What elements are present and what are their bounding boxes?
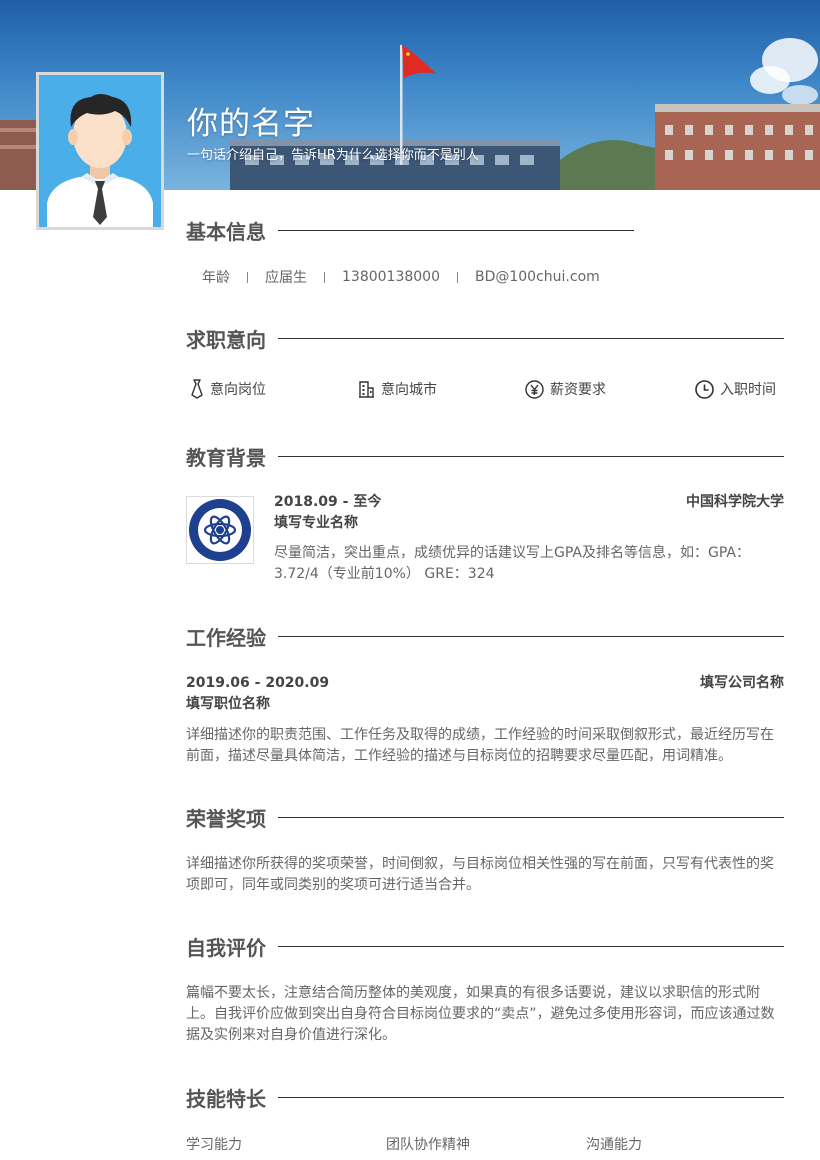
separator	[247, 271, 248, 283]
separator	[456, 271, 458, 283]
status: 应届生	[265, 270, 307, 286]
intent-city: 意向城市	[358, 379, 437, 399]
intent-salary: 薪资要求	[525, 379, 606, 399]
intent-start: 入职时间	[695, 379, 776, 399]
school-emblem-icon	[189, 499, 251, 561]
intent-position: 意向岗位	[190, 379, 266, 399]
email: BD@100chui.com	[474, 269, 600, 285]
section-divider	[276, 230, 634, 231]
intent-city-label: 意向城市	[381, 382, 437, 398]
section-title-intent: 求职意向	[186, 327, 278, 353]
section-divider	[276, 338, 784, 339]
intent-position-label: 意向岗位	[210, 382, 266, 398]
education-period: 2018.09 - 至今	[274, 494, 382, 510]
section-title-skills: 技能特长	[186, 1086, 278, 1112]
education-school: 中国科学院大学	[686, 494, 784, 510]
work-period: 2019.06 - 2020.09	[186, 675, 330, 691]
skill-item: 团队协作精神	[386, 1137, 470, 1153]
work-company: 填写公司名称	[700, 675, 784, 691]
section-divider	[276, 456, 784, 457]
intent-start-label: 入职时间	[720, 382, 776, 398]
skill-item: 沟通能力	[586, 1137, 642, 1153]
section-divider	[276, 1097, 784, 1098]
candidate-name: 你的名字	[187, 106, 315, 142]
education-major: 填写专业名称	[274, 515, 358, 531]
self-eval-description: 篇幅不要太长，注意结合简历整体的美观度，如果真的有很多话要说，建议以求职信的形式…	[186, 985, 775, 1043]
work-position: 填写职位名称	[186, 696, 270, 712]
section-title-work: 工作经验	[186, 625, 278, 651]
section-divider	[276, 636, 784, 637]
section-title-honors: 荣誉奖项	[186, 806, 278, 832]
intent-salary-label: 薪资要求	[550, 382, 606, 398]
separator	[324, 271, 325, 283]
honors-description: 详细描述你所获得的奖项荣誉，时间倒叙，与目标岗位相关性强的写在前面，只写有代表性…	[186, 856, 774, 893]
avatar-illustration	[39, 75, 161, 227]
section-title-basic: 基本信息	[186, 219, 278, 245]
building-icon	[359, 381, 374, 398]
candidate-tagline: 一句话介绍自己，告诉HR为什么选择你而不是别人	[187, 148, 479, 163]
tie-icon	[191, 379, 203, 399]
section-title-self-eval: 自我评价	[186, 935, 278, 961]
age: 年龄	[202, 270, 230, 286]
school-logo	[186, 496, 254, 564]
education-description: 尽量简洁，突出重点，成绩优异的话建议写上GPA及排名等信息，如：GPA：3.72…	[274, 545, 750, 582]
skill-item: 学习能力	[186, 1137, 242, 1153]
clock-icon	[695, 379, 714, 399]
basic-info-row: 年龄 应届生 13800138000 BD@100chui.com	[202, 267, 600, 287]
work-description: 详细描述你的职责范围、工作任务及取得的成绩，工作经验的时间采取倒叙形式，最近经历…	[186, 727, 774, 764]
section-divider	[276, 946, 784, 947]
avatar	[36, 72, 164, 230]
skills-list: 学习能力 团队协作精神 沟通能力	[186, 1134, 786, 1154]
section-divider	[276, 817, 784, 818]
phone: 13800138000	[342, 269, 440, 285]
yuan-icon	[525, 379, 544, 399]
section-title-education: 教育背景	[186, 445, 278, 471]
